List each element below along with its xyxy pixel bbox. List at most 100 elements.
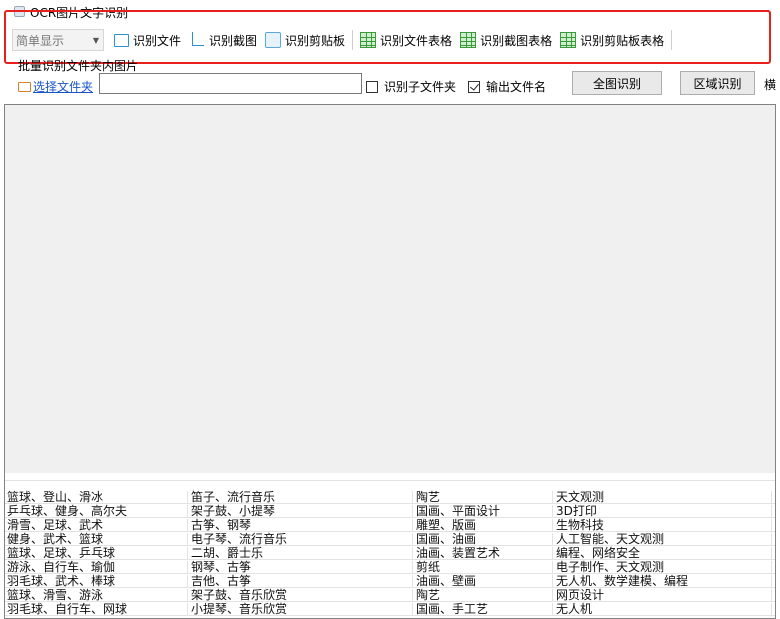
column-separator xyxy=(771,491,772,503)
table-cell: 天文观测 xyxy=(556,490,605,504)
table-cell: 雕塑、版画 xyxy=(416,518,477,532)
checkbox-unchecked-icon xyxy=(366,80,378,93)
column-separator xyxy=(552,505,553,517)
toolbar: 简单显示 ▼ 识别文件 识别截图 识别剪贴板 识别文件表格 识别截图表格 识别剪… xyxy=(12,28,675,52)
recognize-file-table-label: 识别文件表格 xyxy=(380,33,453,48)
full-image-recognize-button[interactable]: 全图识别 xyxy=(572,71,662,95)
column-separator xyxy=(412,519,413,531)
recognize-file-table-button[interactable]: 识别文件表格 xyxy=(356,29,456,51)
toolbar-separator xyxy=(671,30,673,50)
table-cell: 笛子、流行音乐 xyxy=(191,490,276,504)
table-cell: 国画、手工艺 xyxy=(416,602,489,616)
recognize-screenshot-table-button[interactable]: 识别截图表格 xyxy=(456,29,556,51)
table-cell: 古筝、钢琴 xyxy=(191,518,252,532)
column-separator xyxy=(412,505,413,517)
column-separator xyxy=(552,547,553,559)
table-cell: 篮球、滑雪、游泳 xyxy=(7,588,104,602)
table-cell: 钢琴、古筝 xyxy=(191,560,252,574)
table-row: 羽毛球、自行车、网球 小提琴、音乐欣赏 国画、手工艺 无人机 xyxy=(5,603,775,616)
output-filename-checkbox[interactable]: 输出文件名 xyxy=(468,78,546,95)
recognize-clipboard-button[interactable]: 识别剪贴板 xyxy=(261,29,349,51)
column-separator xyxy=(552,575,553,587)
column-separator xyxy=(771,589,772,601)
table-cell: 架子鼓、音乐欣赏 xyxy=(191,588,288,602)
table-cell: 篮球、登山、滑冰 xyxy=(7,490,104,504)
table-cell: 滑雪、足球、武术 xyxy=(7,518,104,532)
table-cell: 无人机 xyxy=(556,602,593,616)
table-cell: 架子鼓、小提琴 xyxy=(191,504,276,518)
select-folder-link[interactable]: 选择文件夹 xyxy=(18,78,93,95)
column-separator xyxy=(187,561,188,573)
column-separator xyxy=(552,519,553,531)
window-title: OCR图片文字识别 xyxy=(30,6,129,20)
layout-direction-label[interactable]: 横 xyxy=(764,76,776,93)
column-separator xyxy=(771,603,772,615)
recognize-screenshot-table-label: 识别截图表格 xyxy=(480,33,553,48)
column-separator xyxy=(552,589,553,601)
column-separator xyxy=(412,575,413,587)
table-icon xyxy=(460,32,477,48)
column-separator xyxy=(771,575,772,587)
table-cell: 油画、壁画 xyxy=(416,574,477,588)
table-cell: 无人机、数学建模、编程 xyxy=(556,574,689,588)
column-separator xyxy=(552,603,553,615)
table-row: 游泳、自行车、瑜伽 钢琴、古筝 剪纸 电子制作、天文观测 xyxy=(5,561,775,574)
table-row: 篮球、足球、乒乓球 二胡、爵士乐 油画、装置艺术 编程、网络安全 xyxy=(5,547,775,560)
column-separator xyxy=(412,547,413,559)
toolbar-separator xyxy=(352,30,354,50)
table-cell: 网页设计 xyxy=(556,588,605,602)
table-cell: 陶艺 xyxy=(416,490,441,504)
column-separator xyxy=(187,589,188,601)
result-table: 篮球、登山、滑冰 笛子、流行音乐 陶艺 天文观测 乒乓球、健身、高尔夫 架子鼓、小提琴 国画… xyxy=(5,473,775,618)
table-row: 篮球、滑雪、游泳 架子鼓、音乐欣赏 陶艺 网页设计 xyxy=(5,589,775,602)
recognize-screenshot-button[interactable]: 识别截图 xyxy=(185,29,261,51)
file-frame-icon xyxy=(114,33,129,47)
table-cell: 3D打印 xyxy=(556,504,597,518)
table-cell: 游泳、自行车、瑜伽 xyxy=(7,560,116,574)
column-separator xyxy=(187,547,188,559)
table-cell: 人工智能、天文观测 xyxy=(556,532,665,546)
column-separator xyxy=(187,505,188,517)
column-separator xyxy=(187,519,188,531)
recognize-file-button[interactable]: 识别文件 xyxy=(110,29,185,51)
display-mode-select[interactable]: 简单显示 ▼ xyxy=(12,29,104,51)
column-separator xyxy=(187,533,188,545)
include-subfolders-checkbox[interactable]: 识别子文件夹 xyxy=(366,78,456,95)
column-separator xyxy=(187,575,188,587)
table-icon xyxy=(360,32,377,48)
folder-icon xyxy=(18,81,31,92)
table-cell: 篮球、足球、乒乓球 xyxy=(7,546,116,560)
column-separator xyxy=(412,603,413,615)
table-cell: 羽毛球、自行车、网球 xyxy=(7,602,128,616)
table-row: 乒乓球、健身、高尔夫 架子鼓、小提琴 国画、平面设计 3D打印 xyxy=(5,505,775,518)
display-mode-value: 简单显示 xyxy=(16,33,65,48)
folder-path-input[interactable] xyxy=(99,73,362,94)
column-separator xyxy=(412,589,413,601)
column-separator xyxy=(552,561,553,573)
table-cell: 电子琴、流行音乐 xyxy=(191,532,288,546)
table-icon xyxy=(560,32,577,48)
recognize-screenshot-label: 识别截图 xyxy=(209,33,258,48)
table-row: 滑雪、足球、武术 古筝、钢琴 雕塑、版画 生物科技 xyxy=(5,519,775,532)
column-separator xyxy=(412,561,413,573)
table-row: 篮球、登山、滑冰 笛子、流行音乐 陶艺 天文观测 xyxy=(5,491,775,504)
crop-icon xyxy=(189,32,205,48)
table-cell: 电子制作、天文观测 xyxy=(556,560,665,574)
table-cell: 油画、装置艺术 xyxy=(416,546,501,560)
output-filename-label: 输出文件名 xyxy=(486,80,547,94)
column-separator xyxy=(771,561,772,573)
result-panel[interactable]: 篮球、登山、滑冰 笛子、流行音乐 陶艺 天文观测 乒乓球、健身、高尔夫 架子鼓、小提琴 国画… xyxy=(4,104,776,619)
table-row: 健身、武术、篮球 电子琴、流行音乐 国画、油画 人工智能、天文观测 xyxy=(5,533,775,546)
table-cell: 健身、武术、篮球 xyxy=(7,532,104,546)
column-separator xyxy=(771,533,772,545)
chevron-down-icon: ▼ xyxy=(92,35,99,45)
table-cell: 陶艺 xyxy=(416,588,441,602)
recognize-clipboard-table-button[interactable]: 识别剪贴板表格 xyxy=(556,29,668,51)
column-separator xyxy=(771,519,772,531)
batch-controls: 选择文件夹 识别子文件夹 输出文件名 全图识别 区域识别 横 xyxy=(12,68,780,96)
column-separator xyxy=(412,491,413,503)
table-cell: 乒乓球、健身、高尔夫 xyxy=(7,504,128,518)
recognize-file-label: 识别文件 xyxy=(133,33,182,48)
app-icon xyxy=(14,6,25,17)
region-recognize-button[interactable]: 区域识别 xyxy=(680,71,755,95)
